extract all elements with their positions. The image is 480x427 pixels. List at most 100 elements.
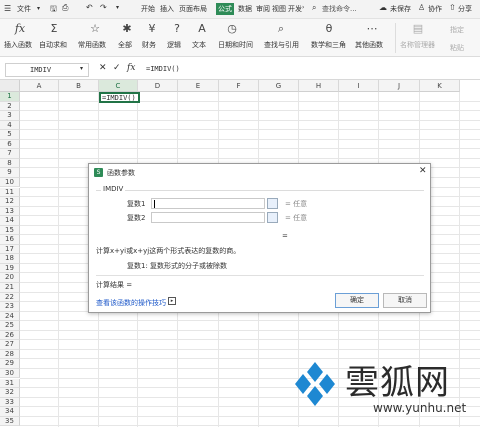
finance-button[interactable]: 财务 xyxy=(142,40,156,50)
other-functions-icon[interactable]: ⋯ xyxy=(365,22,379,36)
share-icon[interactable]: ⇧ xyxy=(449,3,456,12)
row-header-25[interactable]: 25 xyxy=(0,321,20,331)
datetime-button[interactable]: 日期和时间 xyxy=(218,40,253,50)
dropdown-icon[interactable]: ▾ xyxy=(37,5,40,12)
row-header-11[interactable]: 11 xyxy=(0,187,20,198)
insert-function-button[interactable]: 插入函数 xyxy=(4,40,32,50)
menu-file[interactable]: 文件 xyxy=(17,4,31,14)
finance-icon[interactable]: ¥ xyxy=(145,22,159,36)
row-header-24[interactable]: 24 xyxy=(0,311,20,322)
row-header-20[interactable]: 20 xyxy=(0,273,20,283)
lookup-button[interactable]: 查找与引用 xyxy=(264,40,299,50)
row-header-9[interactable]: 9 xyxy=(0,168,20,178)
tab-data[interactable]: 数据 xyxy=(238,4,252,14)
row-header-29[interactable]: 29 xyxy=(0,359,20,369)
row-header-2[interactable]: 2 xyxy=(0,101,20,112)
row-header-8[interactable]: 8 xyxy=(0,158,20,169)
row-header-12[interactable]: 12 xyxy=(0,197,20,207)
redo-icon[interactable]: ↷ xyxy=(100,3,107,12)
formula-input[interactable]: =IMDIV() xyxy=(146,65,180,73)
row-header-6[interactable]: 6 xyxy=(0,139,20,150)
row-header-26[interactable]: 26 xyxy=(0,330,20,341)
row-header-5[interactable]: 5 xyxy=(0,130,20,140)
autosum-icon[interactable]: Σ xyxy=(47,22,61,36)
search-command-input[interactable]: 查找命令... xyxy=(322,4,357,14)
row-header-34[interactable]: 34 xyxy=(0,407,20,417)
share-button[interactable]: 分享 xyxy=(458,4,472,14)
row-header-22[interactable]: 22 xyxy=(0,292,20,303)
row-header-4[interactable]: 4 xyxy=(0,120,20,131)
text-button[interactable]: 文本 xyxy=(192,40,206,50)
row-header-1[interactable]: 1 xyxy=(0,92,20,102)
ok-button[interactable]: 确定 xyxy=(335,293,379,308)
row-header-28[interactable]: 28 xyxy=(0,349,20,360)
quick-more-icon[interactable]: ▾ xyxy=(116,4,119,11)
insert-function-icon[interactable]: fx xyxy=(13,22,27,36)
tab-view[interactable]: 视图 xyxy=(272,4,286,14)
undo-icon[interactable]: ↶ xyxy=(86,3,93,12)
row-header-21[interactable]: 21 xyxy=(0,283,20,293)
autosum-button[interactable]: 自动求和 xyxy=(39,40,67,50)
row-header-19[interactable]: 19 xyxy=(0,263,20,274)
help-video-icon[interactable]: ▸ xyxy=(168,297,176,305)
namebox-dropdown-icon[interactable]: ▾ xyxy=(80,65,83,72)
cancel-button[interactable]: 取消 xyxy=(383,293,427,308)
tab-home[interactable]: 开始 xyxy=(141,4,155,14)
name-box[interactable]: IMDIV xyxy=(5,63,89,77)
confirm-formula-icon[interactable]: ✓ xyxy=(113,63,121,73)
row-header-18[interactable]: 18 xyxy=(0,254,20,264)
column-header-d[interactable]: D xyxy=(138,80,178,92)
column-header-a[interactable]: A xyxy=(20,80,59,92)
text-icon[interactable]: A xyxy=(195,22,209,36)
collab-icon[interactable]: ♙ xyxy=(418,3,425,12)
other-functions-button[interactable]: 其他函数 xyxy=(355,40,383,50)
tabs-more-icon[interactable]: › xyxy=(302,4,304,11)
common-functions-button[interactable]: 常用函数 xyxy=(78,40,106,50)
save-icon[interactable]: 🖫 xyxy=(50,3,57,17)
common-functions-icon[interactable]: ☆ xyxy=(88,22,102,36)
column-header-f[interactable]: F xyxy=(219,80,259,92)
all-functions-icon[interactable]: ✱ xyxy=(120,22,134,36)
print-icon[interactable]: ⎙ xyxy=(62,3,68,13)
row-header-7[interactable]: 7 xyxy=(0,149,20,159)
fx-icon[interactable]: fx xyxy=(127,63,135,73)
row-header-33[interactable]: 33 xyxy=(0,397,20,408)
column-header-h[interactable]: H xyxy=(299,80,339,92)
column-header-b[interactable]: B xyxy=(59,80,99,92)
active-cell-c1[interactable]: =IMDIV() xyxy=(99,92,140,103)
row-header-30[interactable]: 30 xyxy=(0,368,20,379)
arg2-collapse-icon[interactable] xyxy=(267,212,278,223)
column-header-g[interactable]: G xyxy=(259,80,299,92)
column-header-j[interactable]: J xyxy=(379,80,420,92)
tab-insert[interactable]: 插入 xyxy=(160,4,174,14)
help-link[interactable]: 查看该函数的操作技巧 xyxy=(96,298,166,308)
math-trig-icon[interactable]: θ xyxy=(322,22,336,36)
row-header-32[interactable]: 32 xyxy=(0,388,20,398)
dialog-close-icon[interactable]: ✕ xyxy=(419,166,427,176)
select-all-corner[interactable] xyxy=(0,80,20,92)
tab-page-layout[interactable]: 页面布局 xyxy=(179,4,207,14)
name-manager-button[interactable]: 名称管理器 xyxy=(400,40,435,50)
arg2-input[interactable] xyxy=(151,212,265,223)
tab-review[interactable]: 审阅 xyxy=(256,4,270,14)
logic-icon[interactable]: ? xyxy=(170,22,184,36)
row-header-16[interactable]: 16 xyxy=(0,235,20,245)
logic-button[interactable]: 逻辑 xyxy=(167,40,181,50)
row-header-14[interactable]: 14 xyxy=(0,216,20,226)
paste-button[interactable]: 粘贴 xyxy=(450,43,464,53)
column-header-k[interactable]: K xyxy=(420,80,460,92)
column-header-e[interactable]: E xyxy=(178,80,219,92)
row-header-10[interactable]: 10 xyxy=(0,177,20,188)
column-header-c[interactable]: C xyxy=(99,80,138,92)
collab-button[interactable]: 协作 xyxy=(428,4,442,14)
row-header-31[interactable]: 31 xyxy=(0,378,20,389)
datetime-icon[interactable]: ◷ xyxy=(225,22,239,36)
row-header-15[interactable]: 15 xyxy=(0,225,20,236)
all-functions-button[interactable]: 全部 xyxy=(118,40,132,50)
hamburger-icon[interactable]: ☰ xyxy=(4,4,11,13)
lookup-icon[interactable]: ⌕ xyxy=(274,22,288,36)
row-header-35[interactable]: 35 xyxy=(0,416,20,427)
cancel-formula-icon[interactable]: ✕ xyxy=(99,63,107,73)
arg1-input[interactable] xyxy=(151,198,265,209)
arg1-collapse-icon[interactable] xyxy=(267,198,278,209)
